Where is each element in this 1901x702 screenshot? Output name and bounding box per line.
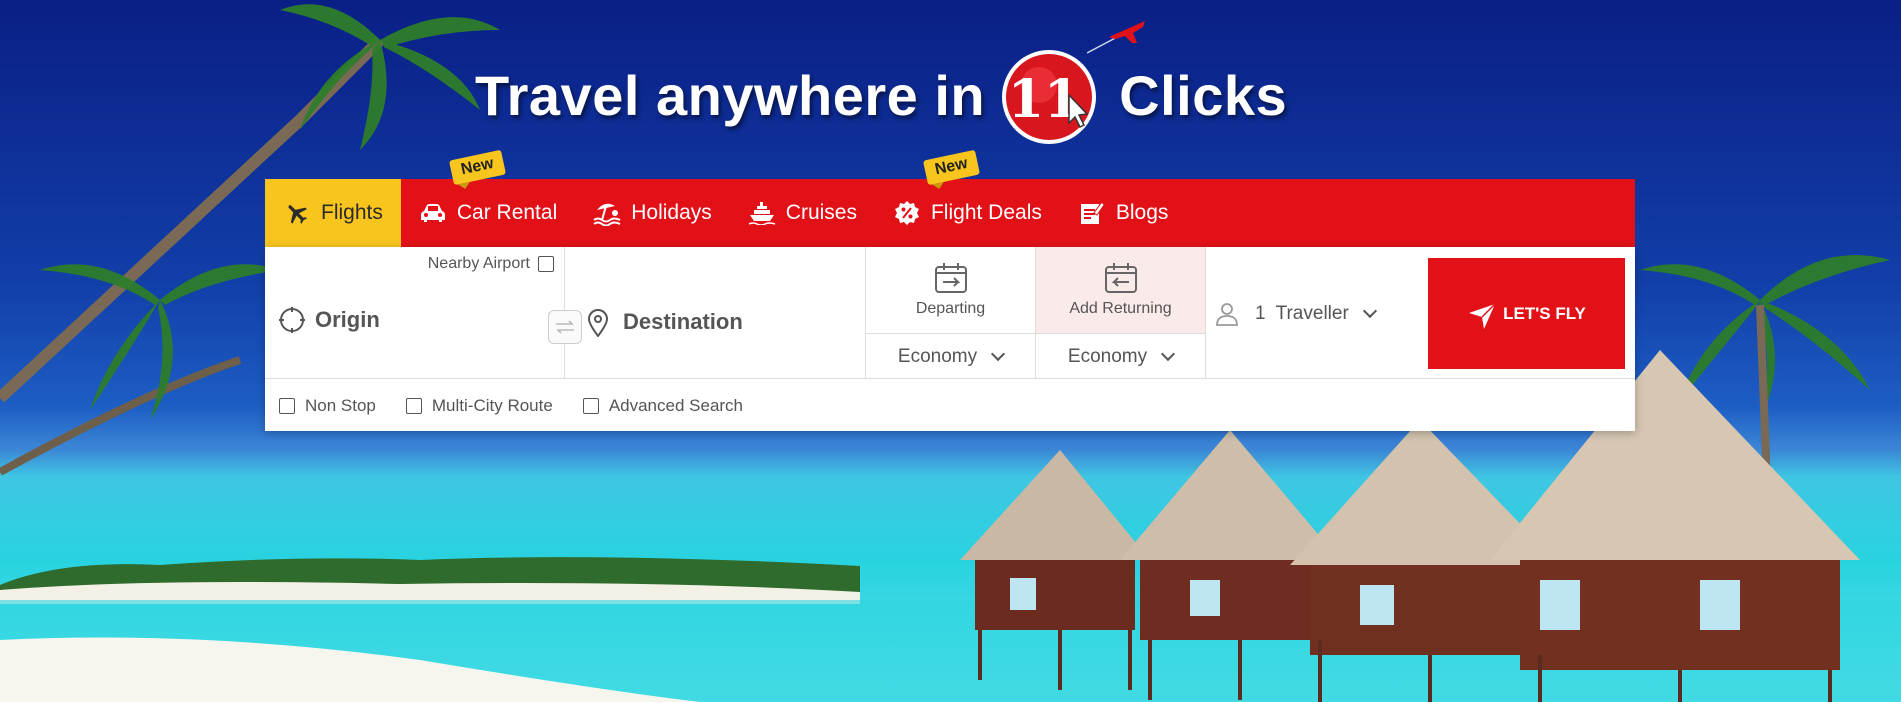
- headline: Travel anywhere in 11 Clicks: [475, 21, 1288, 144]
- origin-input[interactable]: Origin: [279, 307, 380, 333]
- search-options: Non Stop Multi-City Route Advanced Searc…: [265, 380, 1635, 431]
- return-cabin-value: Economy: [1067, 346, 1148, 367]
- tab-flights[interactable]: Flights: [265, 179, 401, 247]
- traveller-count: 1: [1255, 303, 1266, 324]
- chevron-down-icon: [1362, 303, 1377, 319]
- lets-fly-button[interactable]: LET'S FLY: [1428, 258, 1625, 369]
- non-stop-label: Non Stop: [305, 395, 376, 415]
- ship-icon: [748, 200, 776, 226]
- destination-input[interactable]: Destination: [587, 309, 743, 338]
- clicks-logo: 11: [999, 21, 1146, 145]
- tab-label: Holidays: [631, 201, 712, 224]
- nearby-airport-checkbox[interactable]: [538, 256, 554, 272]
- airplane-icon: [1087, 21, 1146, 54]
- tab-label: Flight Deals: [930, 201, 1042, 224]
- multi-city-option[interactable]: Multi-City Route: [405, 395, 553, 416]
- origin-field[interactable]: Nearby Airport Origin: [265, 247, 565, 379]
- tab-label: Blogs: [1115, 201, 1169, 224]
- plane-icon: [283, 200, 311, 226]
- non-stop-checkbox[interactable]: [279, 397, 295, 414]
- headline-text-left: Travel anywhere in: [475, 63, 986, 127]
- advanced-search-option[interactable]: Advanced Search: [582, 395, 744, 416]
- advanced-search-checkbox[interactable]: [582, 397, 599, 414]
- tab-label: Cruises: [785, 201, 857, 224]
- returning-date-field: Add Returning Economy: [1036, 247, 1206, 379]
- location-pin-icon: [587, 309, 613, 338]
- beach-umbrella-icon: [593, 200, 621, 226]
- non-stop-option[interactable]: Non Stop: [279, 396, 376, 416]
- paper-plane-icon: [1467, 301, 1497, 331]
- return-cabin-select[interactable]: Economy: [1036, 335, 1205, 379]
- fields-row: Nearby Airport Origin Destination Depart…: [265, 247, 1635, 379]
- notepad-icon: [1078, 200, 1106, 226]
- car-icon: [419, 200, 447, 226]
- advanced-search-label: Advanced Search: [608, 395, 744, 415]
- departing-date-field: Departing Economy: [866, 247, 1036, 379]
- tab-label: Flights: [321, 201, 383, 224]
- chevron-down-icon: [991, 346, 1006, 362]
- traveller-label: Traveller: [1275, 303, 1349, 324]
- lets-fly-label: LET'S FLY: [1503, 303, 1586, 323]
- percent-tag-icon: [893, 200, 921, 226]
- returning-date-picker[interactable]: Add Returning: [1036, 247, 1205, 334]
- calendar-return-icon: [1104, 262, 1138, 294]
- multi-city-label: Multi-City Route: [431, 395, 553, 415]
- hero-banner: Travel anywhere in 11 Clicks Flights New…: [0, 0, 1901, 702]
- traveller-select[interactable]: 1 Traveller: [1215, 302, 1377, 326]
- origin-placeholder: Origin: [315, 307, 380, 332]
- departing-date-picker[interactable]: Departing: [866, 247, 1035, 334]
- search-widget: Flights New Car Rental Holidays Cruises: [265, 149, 1635, 431]
- product-tabs: Flights New Car Rental Holidays Cruises: [265, 149, 1635, 247]
- destination-field[interactable]: Destination: [565, 247, 866, 379]
- multi-city-checkbox[interactable]: [405, 397, 422, 414]
- calendar-depart-icon: [934, 262, 968, 294]
- depart-cabin-select[interactable]: Economy: [866, 335, 1035, 379]
- nearby-airport-label: Nearby Airport: [427, 255, 530, 272]
- swap-button[interactable]: [548, 310, 582, 344]
- swap-arrows-icon: [556, 320, 574, 334]
- chevron-down-icon: [1161, 346, 1176, 362]
- crosshair-icon: [279, 307, 305, 333]
- tab-blogs[interactable]: Blogs: [1060, 179, 1187, 247]
- tab-flight-deals[interactable]: New Flight Deals: [875, 149, 1060, 247]
- returning-label: Add Returning: [1069, 300, 1172, 317]
- person-icon: [1215, 302, 1239, 326]
- depart-cabin-value: Economy: [897, 346, 978, 367]
- headline-text-right: Clicks: [1119, 63, 1288, 127]
- departing-label: Departing: [915, 300, 986, 317]
- nearby-airport-option[interactable]: Nearby Airport: [428, 255, 554, 273]
- flight-search-form: Nearby Airport Origin Destination Depart…: [265, 247, 1635, 431]
- tab-car-rental[interactable]: New Car Rental: [401, 149, 575, 247]
- tab-holidays[interactable]: Holidays: [575, 179, 730, 247]
- tab-label: Car Rental: [456, 201, 558, 224]
- tab-cruises[interactable]: Cruises: [730, 179, 875, 247]
- destination-placeholder: Destination: [623, 309, 743, 334]
